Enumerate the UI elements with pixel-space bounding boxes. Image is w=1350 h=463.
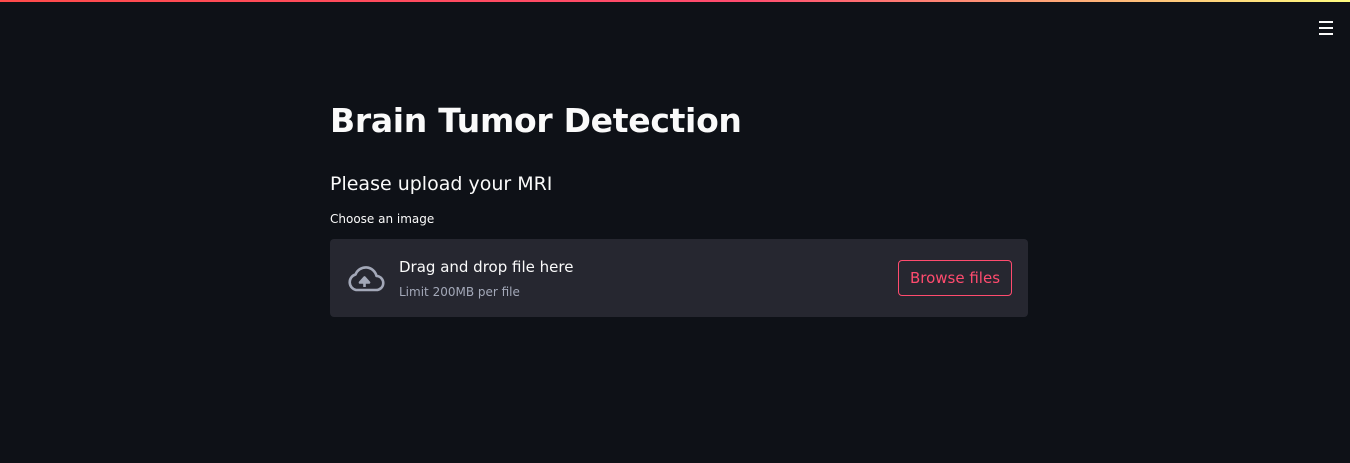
file-dropzone[interactable]: Drag and drop file here Limit 200MB per … <box>330 239 1028 317</box>
uploader-label: Choose an image <box>330 212 435 226</box>
dropzone-instruction: Drag and drop file here <box>399 258 574 276</box>
top-decoration-bar <box>0 0 1350 2</box>
page-subtitle: Please upload your MRI <box>330 173 553 195</box>
page-title: Brain Tumor Detection <box>330 101 742 140</box>
browse-files-button[interactable]: Browse files <box>898 260 1012 296</box>
hamburger-menu-button[interactable] <box>1316 19 1336 37</box>
dropzone-limit: Limit 200MB per file <box>399 285 520 299</box>
hamburger-menu-icon-line <box>1319 27 1333 29</box>
cloud-upload-icon <box>348 266 385 292</box>
hamburger-menu-icon-line <box>1319 33 1333 35</box>
hamburger-menu-icon-line <box>1319 21 1333 23</box>
